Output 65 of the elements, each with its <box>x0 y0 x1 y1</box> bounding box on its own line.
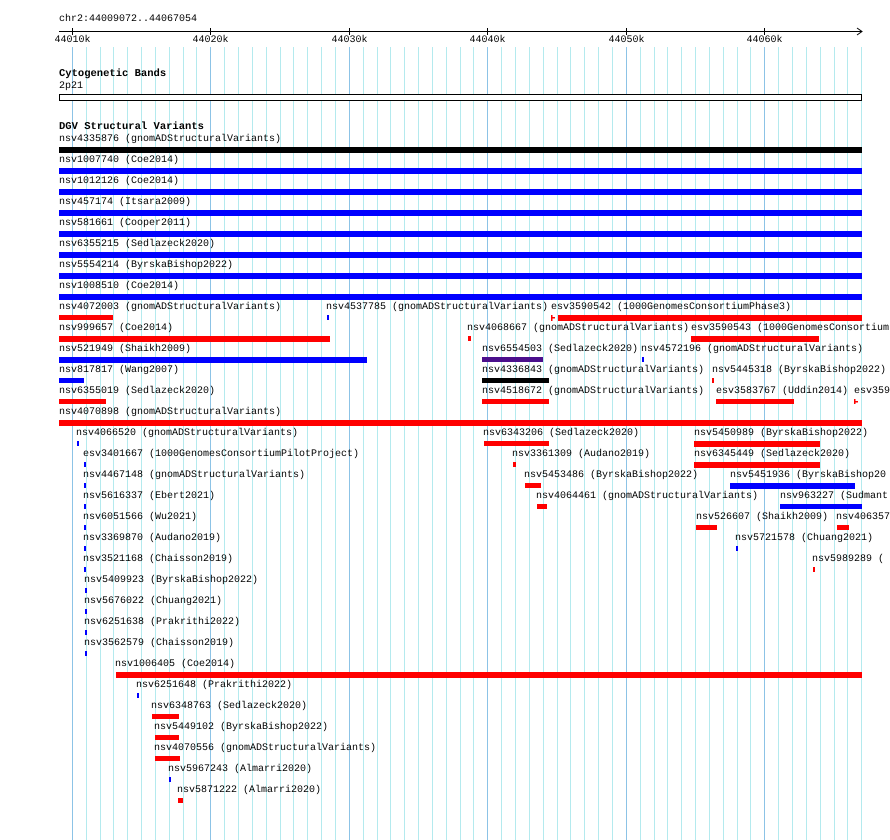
variant-label: nsv4572196 (gnomADStructuralVariants) <box>641 344 864 356</box>
variant-label: nsv5721578 (Chuang2021) <box>735 533 874 545</box>
variant-label: nsv5871222 (Almarri2020) <box>177 785 322 797</box>
track-title: DGV Structural Variants <box>59 121 204 133</box>
tick-label: 44040k <box>470 35 506 47</box>
variant-label: nsv5554214 (ByrskaBishop2022) <box>59 260 234 272</box>
variant-label: nsv6554503 (Sedlazeck2020) <box>482 344 638 356</box>
variant-label: nsv4070898 (gnomADStructuralVariants) <box>59 407 282 419</box>
variant-label: nsv5676022 (Chuang2021) <box>84 596 222 608</box>
variant-label: nsv6348763 (Sedlazeck2020) <box>151 701 308 713</box>
variant-label: esv3590543 (1000GenomesConsortium <box>691 323 890 335</box>
variant-label: nsv4072003 (gnomADStructuralVariants) <box>59 302 282 314</box>
variant-label: esv3401667 (1000GenomesConsortiumPilotProject) <box>83 449 360 461</box>
variant-label: nsv581661 (Cooper2011) <box>59 218 192 230</box>
variant-label: nsv817817 (Wang2007) <box>59 365 180 377</box>
variant-label: nsv4070556 (gnomADStructuralVariants) <box>154 743 376 755</box>
location-label: chr2:44009072..44067054 <box>59 14 198 26</box>
variant-label: nsv4068667 (gnomADStructuralVariants) <box>467 323 690 335</box>
tick-label: 44010k <box>54 35 91 47</box>
variant-label: nsv6251638 (Prakrithi2022) <box>84 617 240 629</box>
variant-label: nsv1006405 (Coe2014) <box>115 659 236 671</box>
variant-label: nsv963227 (Sudmant <box>780 491 888 503</box>
variant-label: nsv1008510 (Coe2014) <box>59 281 180 293</box>
variant-label: nsv999657 (Coe2014) <box>59 323 174 335</box>
variant-label: esv3583767 (Uddin2014) <box>716 386 848 398</box>
variant-label: nsv6343206 (Sedlazeck2020) <box>483 428 640 440</box>
variant-label: nsv5449102 (ByrskaBishop2022) <box>154 722 328 734</box>
variant-label: nsv4066520 (gnomADStructuralVariants) <box>76 428 298 440</box>
variant-label: nsv1012126 (Coe2014) <box>59 176 180 188</box>
tick-label: 44020k <box>192 35 229 47</box>
variant-label: nsv5453486 (ByrskaBishop2022) <box>524 470 698 482</box>
tick-label: 44050k <box>608 35 645 47</box>
variant-label: nsv3521168 (Chaisson2019) <box>83 554 234 566</box>
variant-label: nsv3361309 (Audano2019) <box>512 449 650 461</box>
variant-label: nsv5616337 (Ebert2021) <box>83 491 216 503</box>
variant-label: nsv5450989 (ByrskaBishop2022) <box>694 428 868 440</box>
variant-label: nsv526607 (Shaikh2009) <box>696 512 828 524</box>
variant-label: nsv406357 <box>836 512 890 524</box>
variant-label: esv359 <box>854 386 890 398</box>
variant-label: esv3590542 (1000GenomesConsortiumPhase3) <box>551 302 792 314</box>
band-label: 2p21 <box>59 81 84 93</box>
variant-label: nsv4467148 (gnomADStructuralVariants) <box>83 470 306 482</box>
variant-label: nsv457174 (Itsara2009) <box>59 197 192 209</box>
variant-label: nsv6345449 (Sedlazeck2020) <box>694 449 850 461</box>
variant-label: nsv4537785 (gnomADStructuralVariants) <box>326 302 548 314</box>
variant-label: nsv6051566 (Wu2021) <box>83 512 198 524</box>
variant-label: nsv5445318 (ByrskaBishop2022) <box>712 365 886 377</box>
variant-label: nsv6355215 (Sedlazeck2020) <box>59 239 216 251</box>
variant-label: nsv5967243 (Almarri2020) <box>168 764 312 776</box>
variant-label: nsv4518672 (gnomADStructuralVariants) <box>482 386 704 398</box>
variant-label: nsv6355019 (Sedlazeck2020) <box>59 386 216 398</box>
variant-label: nsv5989289 ( <box>812 554 884 566</box>
tick-label: 44060k <box>746 35 783 47</box>
variant-label: nsv5409923 (ByrskaBishop2022) <box>84 575 258 587</box>
variant-label: nsv3562579 (Chaisson2019) <box>84 638 234 650</box>
variant-label: nsv6251648 (Prakrithi2022) <box>136 680 292 692</box>
variant-label: nsv1007740 (Coe2014) <box>59 155 180 167</box>
variant-label: nsv5451936 (ByrskaBishop20 <box>730 470 886 482</box>
variant-label: nsv4336843 (gnomADStructuralVariants) <box>482 365 704 377</box>
variant-label: nsv3369870 (Audano2019) <box>83 533 222 545</box>
variant-label: nsv4335876 (gnomADStructuralVariants) <box>59 134 282 146</box>
variant-label: nsv521949 (Shaikh2009) <box>59 344 192 356</box>
tick-label: 44030k <box>332 35 368 47</box>
track-title: Cytogenetic Bands <box>59 68 166 80</box>
variant-label: nsv4064461 (gnomADStructuralVariants) <box>536 491 758 503</box>
